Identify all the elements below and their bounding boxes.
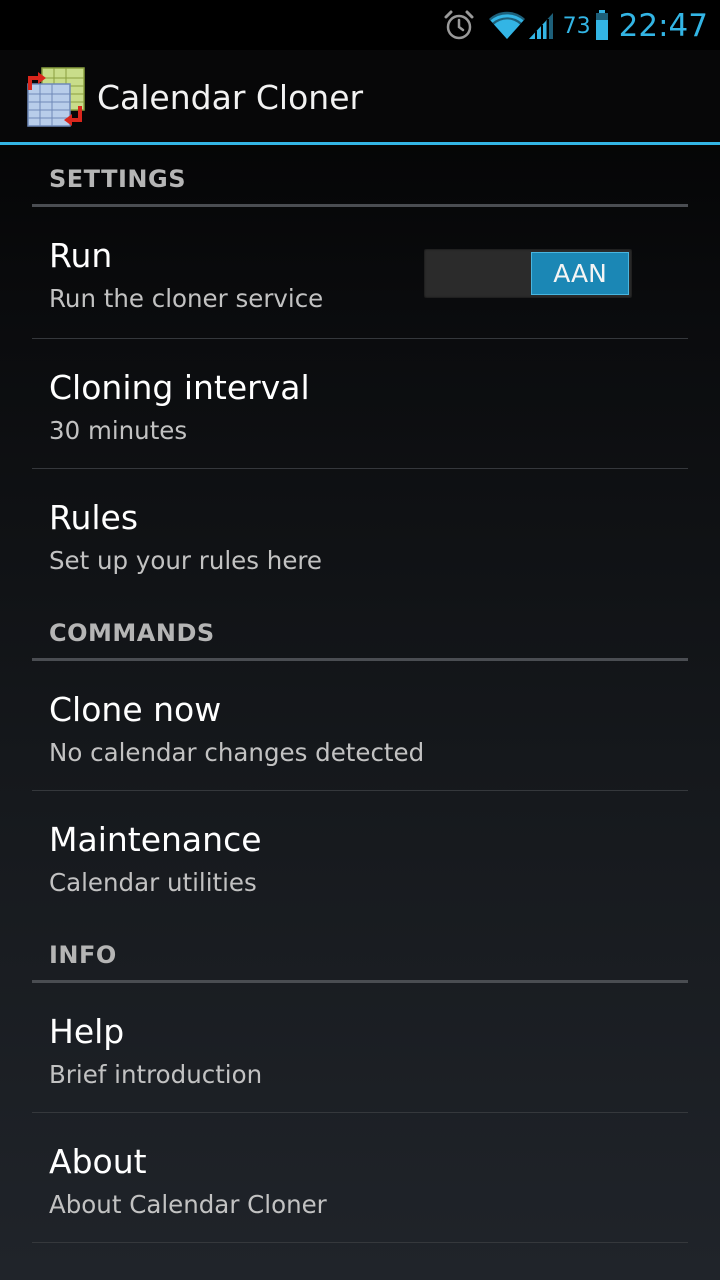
status-bar: 73 22:47 [0, 0, 720, 50]
switch-thumb: AAN [531, 252, 629, 295]
category-info: INFO [32, 921, 688, 983]
pref-summary: Set up your rules here [49, 546, 323, 575]
battery-icon [595, 10, 609, 40]
pref-title: Clone now [49, 690, 222, 729]
calendar-cloner-app-icon[interactable] [24, 66, 86, 128]
pref-title: Run [49, 236, 113, 275]
pref-title: About [49, 1142, 147, 1181]
pref-title: Cloning interval [49, 368, 310, 407]
category-commands: COMMANDS [32, 599, 688, 661]
cell-signal-icon [527, 9, 555, 41]
status-icons: 73 22:47 [441, 0, 708, 50]
pref-summary: About Calendar Cloner [49, 1190, 327, 1219]
action-bar: Calendar Cloner [0, 50, 720, 142]
pref-title: Maintenance [49, 820, 262, 859]
alarm-clock-icon [441, 7, 477, 43]
status-clock: 22:47 [618, 8, 708, 44]
pref-title: Rules [49, 498, 139, 537]
preference-list: SETTINGS Run Run the cloner service AAN … [32, 145, 688, 1243]
pref-cloning-interval[interactable]: Cloning interval 30 minutes [32, 339, 688, 469]
category-label: COMMANDS [49, 619, 215, 647]
pref-help[interactable]: Help Brief introduction [32, 983, 688, 1113]
category-label: SETTINGS [49, 165, 186, 193]
run-switch[interactable]: AAN [424, 249, 632, 298]
pref-summary: Calendar utilities [49, 868, 257, 897]
pref-about[interactable]: About About Calendar Cloner [32, 1113, 688, 1243]
category-label: INFO [49, 941, 117, 969]
battery-percent: 73 [562, 13, 591, 39]
app-title: Calendar Cloner [97, 78, 364, 117]
pref-rules[interactable]: Rules Set up your rules here [32, 469, 688, 599]
pref-summary: 30 minutes [49, 416, 188, 445]
pref-summary: No calendar changes detected [49, 738, 425, 767]
pref-summary: Run the cloner service [49, 284, 324, 313]
pref-run[interactable]: Run Run the cloner service AAN [32, 207, 688, 339]
category-settings: SETTINGS [32, 145, 688, 207]
pref-maintenance[interactable]: Maintenance Calendar utilities [32, 791, 688, 921]
wifi-icon [487, 9, 527, 41]
pref-title: Help [49, 1012, 125, 1051]
pref-summary: Brief introduction [49, 1060, 263, 1089]
pref-clone-now[interactable]: Clone now No calendar changes detected [32, 661, 688, 791]
